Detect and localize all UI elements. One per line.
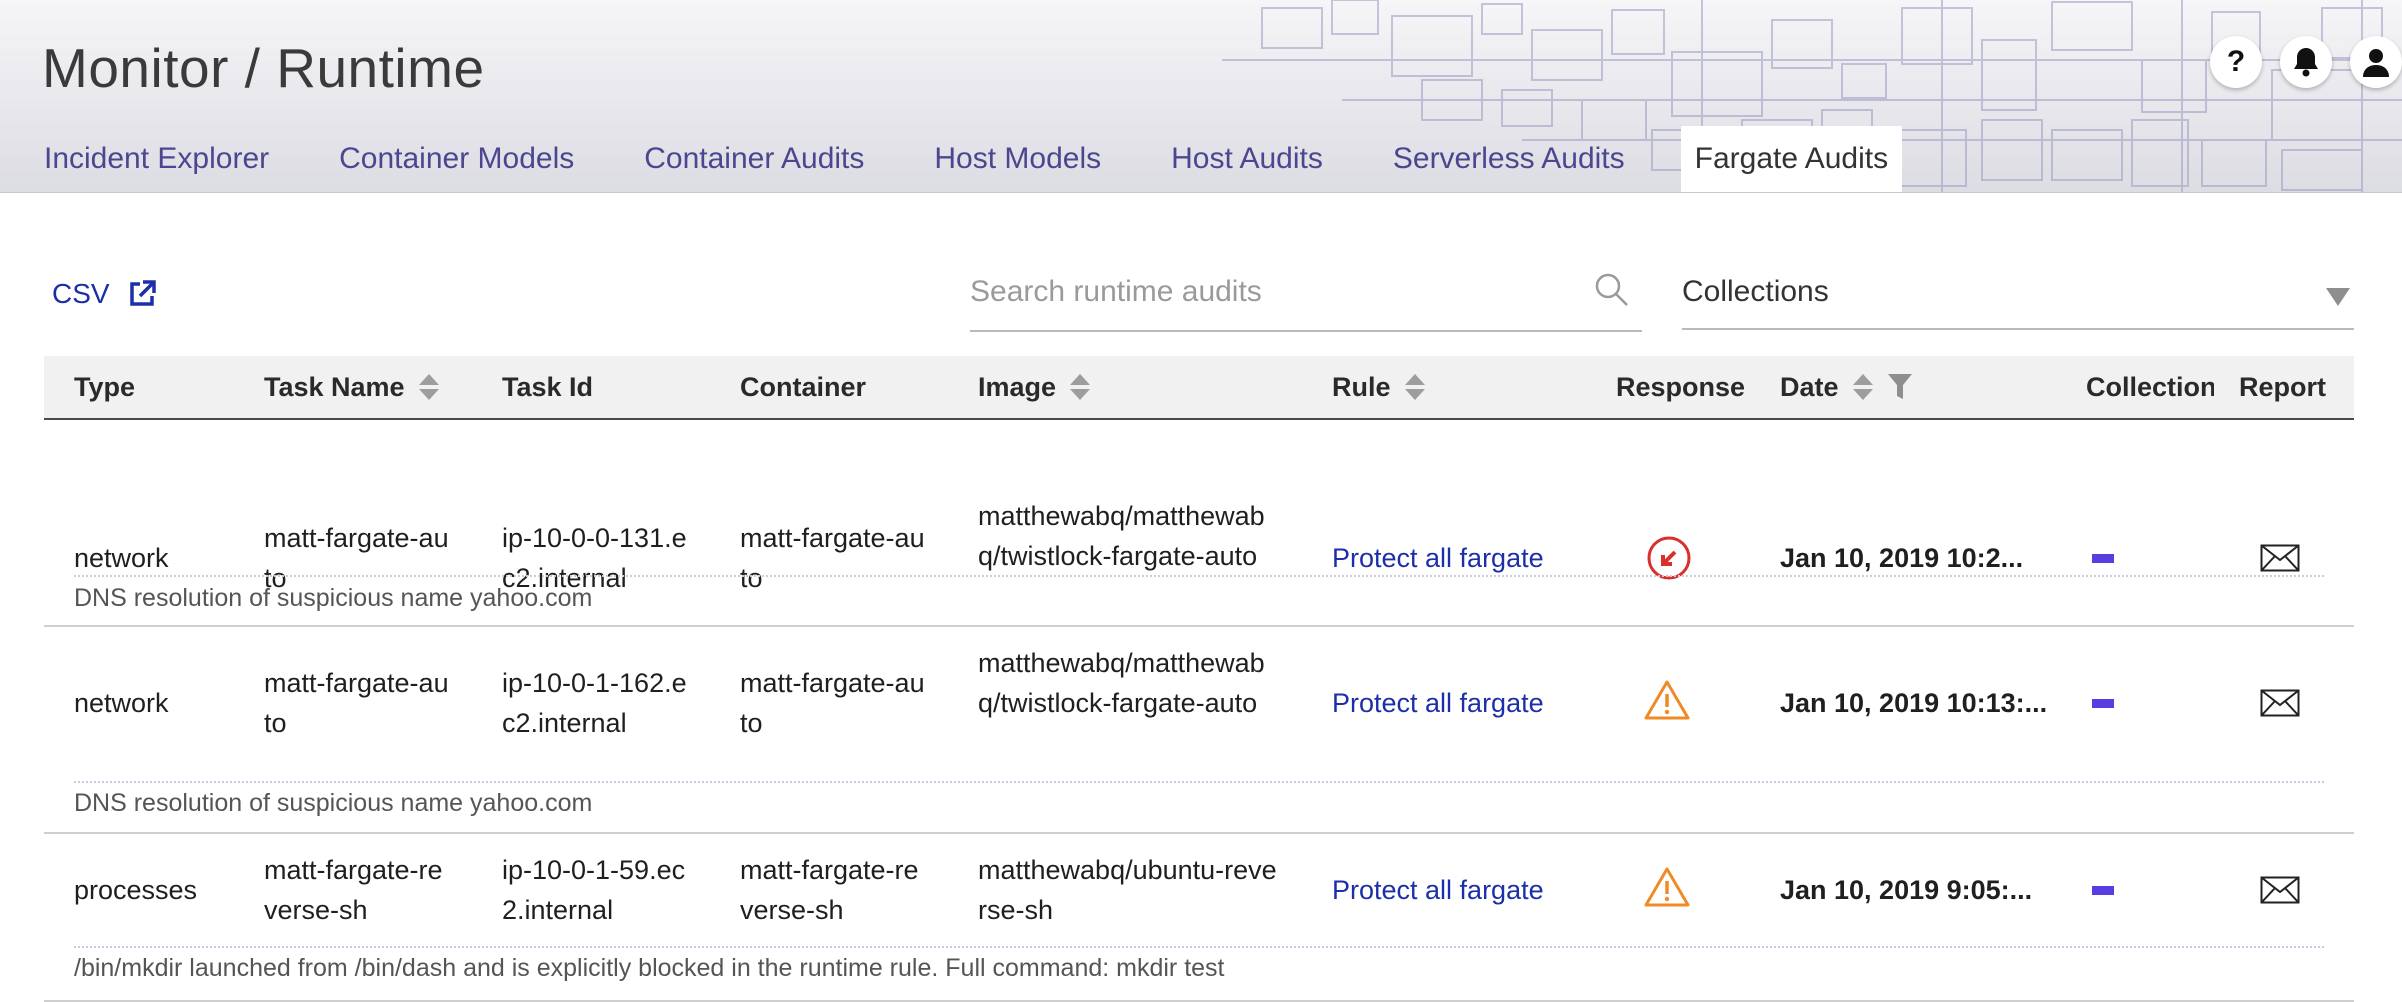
col-date[interactable]: Date	[1780, 356, 1913, 418]
col-response: Response	[1616, 356, 1745, 418]
cell-container: matt-fargate-auto	[740, 668, 925, 738]
col-rule[interactable]: Rule	[1332, 356, 1425, 418]
col-collection-label: Collection	[2086, 372, 2214, 402]
cell-date: Jan 10, 2019 9:05:...	[1780, 875, 2033, 905]
cell-type: network	[74, 543, 169, 573]
cell-task-name: matt-fargate-auto	[264, 668, 449, 738]
help-glyph: ?	[2226, 45, 2246, 78]
page-header: Monitor / Runtime ? Incident Explorer Co…	[0, 0, 2402, 193]
cell-task-id: ip-10-0-1-59.ec2.internal	[502, 855, 686, 925]
mail-icon[interactable]	[2260, 689, 2300, 717]
mail-icon[interactable]	[2260, 876, 2300, 904]
col-task-name-label: Task Name	[264, 372, 405, 402]
row-divider	[74, 946, 2324, 948]
table-row[interactable]: network matt-fargate-auto ip-10-0-0-131.…	[44, 420, 2354, 627]
alert-icon	[1644, 680, 1690, 720]
col-type-label: Type	[74, 372, 136, 402]
col-report-label: Report	[2239, 372, 2326, 402]
tab-host-audits[interactable]: Host Audits	[1137, 126, 1359, 192]
help-icon[interactable]: ?	[2210, 36, 2262, 88]
col-task-name[interactable]: Task Name	[264, 356, 439, 418]
sort-icon[interactable]	[418, 374, 439, 400]
col-container-label: Container	[740, 372, 867, 402]
col-rule-label: Rule	[1332, 372, 1391, 402]
table-row[interactable]: processes matt-fargate-reverse-sh ip-10-…	[44, 834, 2354, 1002]
collection-color-swatch	[2092, 699, 2114, 708]
tab-container-audits[interactable]: Container Audits	[610, 126, 900, 192]
audit-description: DNS resolution of suspicious name yahoo.…	[74, 789, 593, 817]
audit-description: /bin/mkdir launched from /bin/dash and i…	[74, 954, 1225, 982]
col-task-id-label: Task Id	[502, 372, 594, 402]
col-container: Container	[740, 356, 866, 418]
table-row[interactable]: network matt-fargate-auto ip-10-0-1-162.…	[44, 627, 2354, 834]
col-date-label: Date	[1780, 372, 1839, 402]
collections-label: Collections	[1682, 275, 1829, 308]
col-collection: Collection	[2086, 356, 2214, 418]
tab-serverless-audits[interactable]: Serverless Audits	[1359, 126, 1661, 192]
table-header: Type Task Name Task Id Container Image R…	[44, 356, 2354, 420]
alert-icon	[1644, 867, 1690, 907]
collection-color-swatch	[2092, 886, 2114, 895]
page-title: Monitor / Runtime	[42, 37, 485, 99]
rule-link[interactable]: Protect all fargate	[1332, 683, 1544, 723]
cell-container: matt-fargate-auto	[740, 523, 925, 593]
cell-type: processes	[74, 875, 198, 905]
cell-image: matthewabq/matthewabq/twistlock-fargate-…	[978, 648, 1265, 718]
col-image[interactable]: Image	[978, 356, 1091, 418]
tab-bar: Incident Explorer Container Models Conta…	[0, 126, 1903, 192]
search-icon[interactable]	[1594, 272, 1630, 308]
audits-table: Type Task Name Task Id Container Image R…	[44, 356, 2354, 1002]
cell-task-name: matt-fargate-reverse-sh	[264, 855, 443, 925]
cell-date: Jan 10, 2019 10:2...	[1780, 543, 2024, 573]
search-box	[970, 262, 1642, 332]
cell-task-id: ip-10-0-1-162.ec2.internal	[502, 668, 687, 738]
cell-image: matthewabq/ubuntu-reverse-sh	[978, 855, 1277, 925]
bell-icon[interactable]	[2280, 36, 2332, 88]
audit-description: DNS resolution of suspicious name yahoo.…	[74, 584, 593, 612]
rule-link[interactable]: Protect all fargate	[1332, 538, 1544, 578]
cell-container: matt-fargate-reverse-sh	[740, 855, 919, 925]
csv-export-link[interactable]: CSV	[52, 278, 156, 310]
filter-icon[interactable]	[1887, 373, 1913, 401]
sort-icon[interactable]	[1070, 374, 1091, 400]
mail-icon[interactable]	[2260, 544, 2300, 572]
row-divider	[74, 575, 2324, 577]
cell-date: Jan 10, 2019 10:13:...	[1780, 688, 2048, 718]
csv-label: CSV	[52, 278, 110, 309]
user-icon[interactable]	[2350, 36, 2402, 88]
sort-icon[interactable]	[1404, 374, 1425, 400]
col-response-label: Response	[1616, 372, 1746, 402]
tab-container-models[interactable]: Container Models	[305, 126, 610, 192]
row-divider	[74, 781, 2324, 783]
chevron-down-icon	[2326, 288, 2350, 306]
col-image-label: Image	[978, 372, 1057, 402]
col-type: Type	[74, 356, 135, 418]
cell-type: network	[74, 688, 169, 718]
col-task-id: Task Id	[502, 356, 593, 418]
sort-icon[interactable]	[1852, 374, 1873, 400]
search-input[interactable]	[970, 262, 1560, 322]
rule-link[interactable]: Protect all fargate	[1332, 870, 1544, 910]
collection-color-swatch	[2092, 554, 2114, 563]
external-link-icon	[129, 280, 156, 306]
tab-host-models[interactable]: Host Models	[900, 126, 1137, 192]
tab-fargate-audits[interactable]: Fargate Audits	[1680, 126, 1903, 192]
tab-incident-explorer[interactable]: Incident Explorer	[44, 126, 305, 192]
collections-dropdown[interactable]: Collections	[1682, 262, 2354, 330]
header-actions: ?	[2210, 36, 2402, 88]
col-report: Report	[2239, 356, 2326, 418]
cell-image: matthewabq/matthewabq/twistlock-fargate-…	[978, 501, 1265, 571]
